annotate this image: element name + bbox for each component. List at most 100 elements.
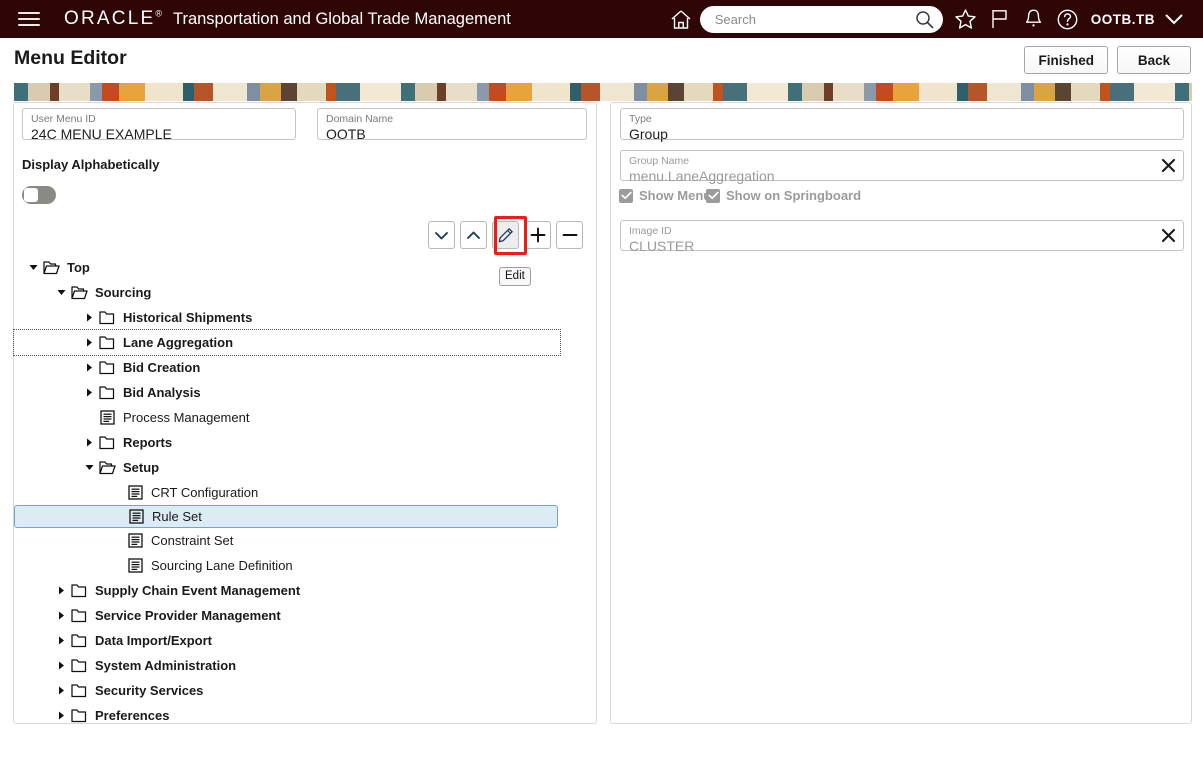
chevron-down-icon[interactable] [1157, 0, 1191, 38]
tree-node-label: Setup [123, 460, 160, 475]
banner-segment [833, 83, 864, 101]
banner-segment [1021, 83, 1034, 101]
tree-node-bid-analysis[interactable]: Bid Analysis [14, 380, 574, 405]
tree-node-sourcing-lane-definition[interactable]: Sourcing Lane Definition [14, 553, 574, 578]
banner-segment [893, 83, 919, 101]
folder-icon [69, 678, 90, 703]
banner-segment [532, 83, 570, 101]
user-menu-id-label: User Menu ID [31, 113, 96, 125]
tree-node-lane-aggregation[interactable]: Lane Aggregation [13, 329, 561, 356]
finished-button[interactable]: Finished [1024, 46, 1108, 74]
group-name-value: menu.LaneAggregation [629, 168, 775, 184]
notifications-bell-icon[interactable] [1017, 0, 1051, 38]
user-menu-label[interactable]: OOTB.TB [1091, 12, 1155, 27]
banner-segment [1100, 83, 1110, 101]
chevron-down-icon[interactable] [82, 455, 97, 480]
tree-node-label: CRT Configuration [151, 485, 259, 500]
folder-icon [69, 578, 90, 603]
search-input[interactable] [712, 10, 908, 28]
tree-node-system-administration[interactable]: System Administration [14, 653, 574, 678]
tree-node-preferences[interactable]: Preferences [14, 703, 574, 728]
tree-node-top[interactable]: Top [14, 255, 574, 280]
folder-icon [97, 380, 118, 405]
banner-segment [1134, 83, 1175, 101]
banner-segment [802, 83, 824, 101]
decorative-banner [14, 83, 1192, 101]
tree-node-reports[interactable]: Reports [14, 430, 574, 455]
help-icon[interactable] [1051, 0, 1085, 38]
chevron-right-icon[interactable] [54, 703, 69, 728]
show-on-springboard-checkbox-row[interactable]: Show on Springboard [706, 188, 861, 203]
chevron-right-icon[interactable] [54, 678, 69, 703]
flag-icon[interactable] [983, 0, 1017, 38]
chevron-down-icon[interactable] [54, 280, 69, 305]
domain-name-label: Domain Name [326, 113, 394, 125]
banner-segment [28, 83, 50, 101]
remove-button[interactable] [556, 221, 583, 249]
banner-segment [1110, 83, 1134, 101]
chevron-right-icon[interactable] [82, 430, 97, 455]
tree-node-process-management[interactable]: Process Management [14, 405, 574, 430]
chevron-right-icon[interactable] [82, 380, 97, 405]
banner-segment [1055, 83, 1071, 101]
tree-node-crt-configuration[interactable]: CRT Configuration [14, 480, 574, 505]
chevron-right-icon[interactable] [82, 305, 97, 330]
tree-node-supply-chain-event-management[interactable]: Supply Chain Event Management [14, 578, 574, 603]
group-name-clear-icon[interactable] [1157, 154, 1179, 176]
banner-segment [600, 83, 634, 101]
chevron-right-icon[interactable] [82, 330, 97, 355]
tree-node-data-import-export[interactable]: Data Import/Export [14, 628, 574, 653]
back-button[interactable]: Back [1117, 46, 1191, 74]
banner-segment [489, 83, 506, 101]
hamburger-icon[interactable] [8, 0, 50, 38]
display-alphabetically-toggle[interactable] [22, 186, 56, 204]
chevron-right-icon[interactable] [54, 653, 69, 678]
tree-node-historical-shipments[interactable]: Historical Shipments [14, 305, 574, 330]
banner-segment [864, 83, 876, 101]
show-on-springboard-checkbox[interactable] [706, 188, 720, 203]
move-up-button[interactable] [460, 221, 487, 249]
banner-segment [297, 83, 326, 101]
folder-icon [69, 628, 90, 653]
tree-node-constraint-set[interactable]: Constraint Set [14, 528, 574, 553]
user-menu-id-field[interactable]: User Menu ID 24C MENU EXAMPLE [22, 108, 296, 142]
search-icon[interactable] [914, 9, 935, 30]
folder-icon [69, 653, 90, 678]
banner-segment [1034, 83, 1055, 101]
chevron-right-icon[interactable] [54, 628, 69, 653]
tree-node-bid-creation[interactable]: Bid Creation [14, 355, 574, 380]
image-id-field[interactable]: Image ID CLUSTER [620, 220, 1184, 254]
folder-icon [97, 305, 118, 330]
menu-tree: Top Sourcing Historical Shipments Lane Aggr… [13, 255, 574, 728]
edit-button[interactable] [492, 221, 519, 249]
favorites-star-icon[interactable] [949, 0, 983, 38]
tree-node-label: Sourcing [95, 285, 152, 300]
chevron-right-icon[interactable] [54, 603, 69, 628]
home-icon[interactable] [664, 0, 698, 38]
page-actions: Finished Back [1024, 46, 1191, 74]
move-down-button[interactable] [428, 221, 455, 249]
show-menu-checkbox[interactable] [619, 188, 633, 203]
oracle-logo: ORACLE® [64, 8, 162, 30]
search-box[interactable] [699, 5, 943, 33]
add-button[interactable] [524, 221, 551, 249]
tree-node-label: System Administration [95, 658, 237, 673]
chevron-right-icon[interactable] [54, 578, 69, 603]
chevron-down-icon[interactable] [26, 255, 41, 280]
show-menu-checkbox-row[interactable]: Show Menu [619, 188, 711, 203]
tree-node-sourcing[interactable]: Sourcing [14, 280, 574, 305]
tree-toolbar [428, 221, 583, 249]
tree-node-rule-set[interactable]: Rule Set [14, 505, 558, 528]
tree-node-setup[interactable]: Setup [14, 455, 574, 480]
domain-name-field[interactable]: Domain Name OOTB [317, 108, 587, 142]
group-name-field[interactable]: Group Name menu.LaneAggregation [620, 150, 1184, 184]
document-icon [97, 405, 118, 430]
image-id-clear-icon[interactable] [1157, 224, 1179, 246]
type-field[interactable]: Type Group [620, 108, 1184, 142]
banner-segment [102, 83, 119, 101]
tree-twisty-placeholder [111, 504, 126, 529]
chevron-right-icon[interactable] [82, 355, 97, 380]
banner-segment [634, 83, 647, 101]
tree-node-security-services[interactable]: Security Services [14, 678, 574, 703]
tree-node-service-provider-management[interactable]: Service Provider Management [14, 603, 574, 628]
